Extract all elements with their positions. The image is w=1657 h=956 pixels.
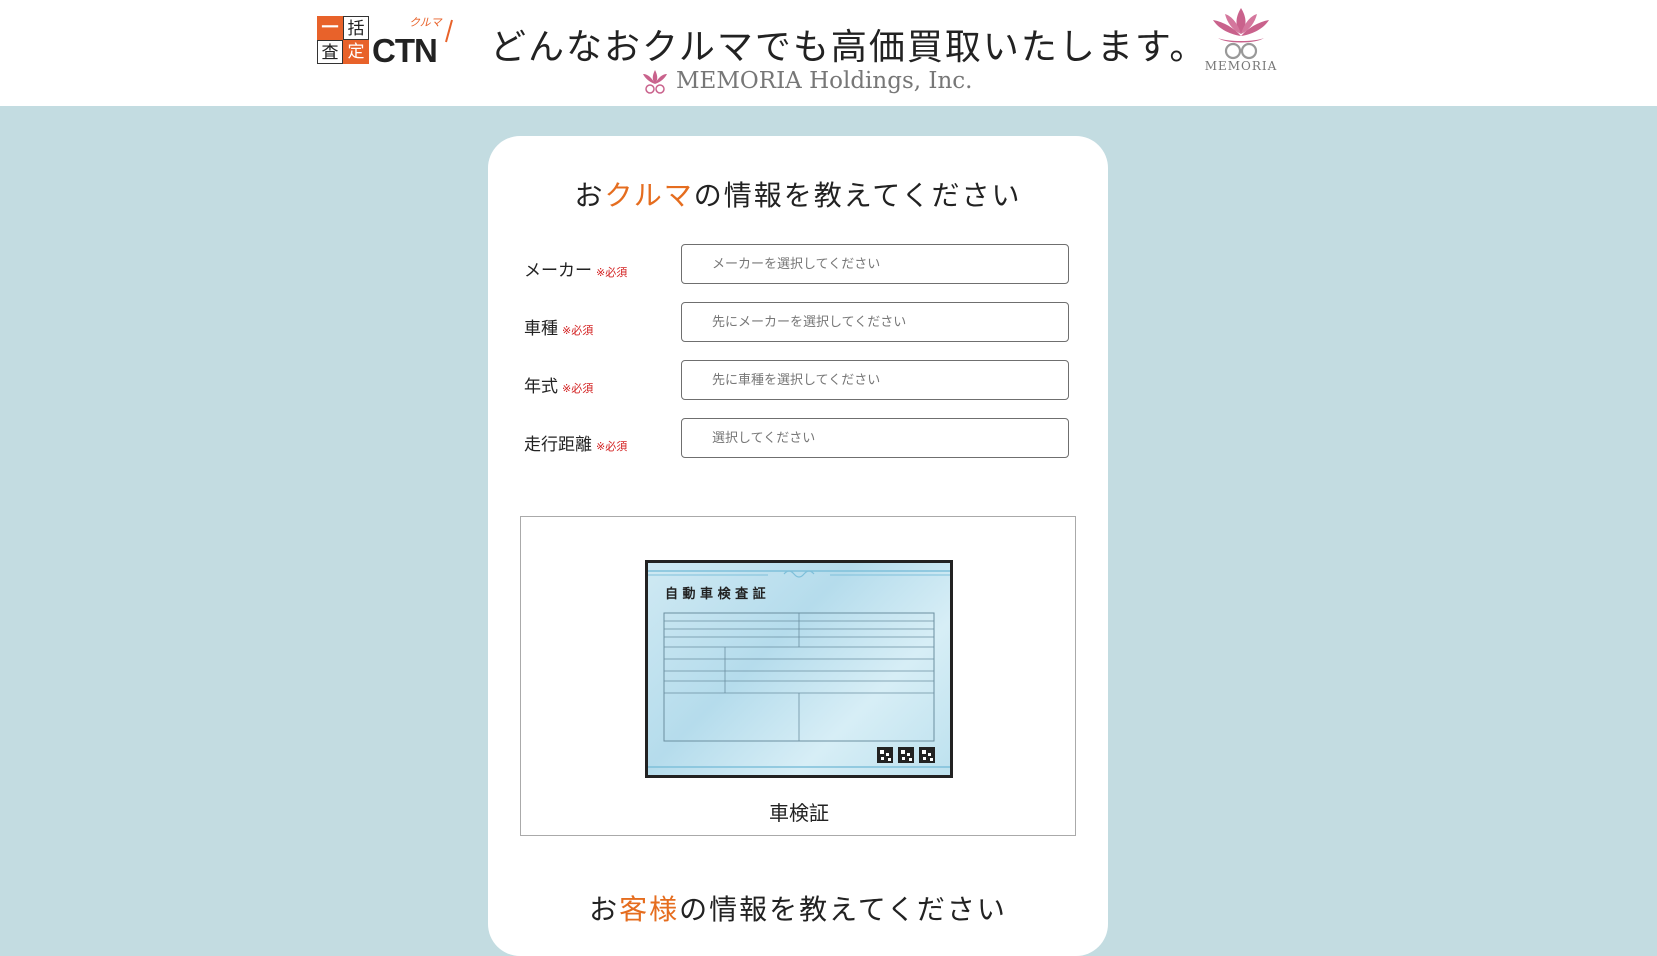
ctn-logo[interactable]: クルマ 一 括 査 定 CTN [317, 14, 453, 69]
mileage-select[interactable]: 選択してください [681, 418, 1069, 458]
ctn-logo-box: 定 [343, 40, 369, 64]
qr-code-icon [898, 747, 914, 763]
memoria-holdings-logo[interactable]: MEMORIA Holdings, Inc. [640, 65, 972, 97]
site-header: クルマ 一 括 査 定 CTN どんなおクルマでも高価買取いたします。 MEMO… [0, 0, 1657, 106]
vehicle-inspection-panel: 自 動 車 検 査 証 車検証 [520, 516, 1076, 836]
title-text: お [589, 893, 620, 926]
lotus-icon [643, 70, 667, 94]
qr-code-icon [877, 747, 893, 763]
required-mark: ※必須 [596, 440, 628, 453]
year-row: 年式 ※必須 先に車種を選択してください [524, 360, 1074, 402]
lotus-icon [1213, 8, 1269, 60]
header-tagline: どんなおクルマでも高価買取いたします。 [490, 27, 1208, 68]
memoria-holdings-text: MEMORIA Holdings, Inc. [676, 68, 973, 94]
maker-label: メーカー ※必須 [524, 256, 627, 281]
ctn-logo-kuruma: クルマ [409, 16, 442, 29]
ctn-logo-slash-icon [445, 19, 453, 43]
mileage-row: 走行距離 ※必須 選択してください [524, 418, 1074, 460]
ctn-logo-box: 括 [343, 16, 369, 40]
required-mark: ※必須 [596, 266, 628, 279]
memoria-logo-text: MEMORIA [1204, 59, 1278, 73]
qr-code-icon [919, 747, 935, 763]
field-label-text: 走行距離 [524, 435, 592, 455]
required-mark: ※必須 [562, 382, 594, 395]
mileage-label: 走行距離 ※必須 [524, 430, 627, 455]
vehicle-inspection-certificate-image: 自 動 車 検 査 証 [645, 560, 953, 778]
field-label-text: 車種 [524, 319, 558, 339]
title-text: お [574, 179, 605, 212]
ctn-logo-box: 一 [317, 16, 343, 40]
field-label-text: メーカー [524, 261, 592, 281]
field-label-text: 年式 [524, 377, 558, 397]
certificate-illustration: 自 動 車 検 査 証 [648, 570, 950, 768]
model-label: 車種 ※必須 [524, 314, 593, 339]
year-select[interactable]: 先に車種を選択してください [681, 360, 1069, 400]
ctn-logo-text: CTN [372, 32, 438, 69]
customer-info-title: お客様の情報を教えてください [488, 888, 1108, 928]
certificate-header: 自 動 車 検 査 証 [665, 586, 766, 602]
model-row: 車種 ※必須 先にメーカーを選択してください [524, 302, 1074, 344]
title-accent: 客様 [619, 893, 680, 926]
title-accent: クルマ [604, 179, 694, 212]
certificate-caption: 車検証 [769, 801, 829, 825]
car-info-title: おクルマの情報を教えてください [488, 174, 1108, 214]
memoria-logo[interactable]: MEMORIA [1200, 4, 1282, 76]
year-label: 年式 ※必須 [524, 372, 593, 397]
form-card: おクルマの情報を教えてください メーカー ※必須 メーカーを選択してください 車種… [488, 136, 1108, 956]
required-mark: ※必須 [562, 324, 594, 337]
title-text: の情報を教えてください [693, 179, 1022, 212]
ctn-logo-box: 査 [317, 40, 343, 64]
maker-select[interactable]: メーカーを選択してください [681, 244, 1069, 284]
title-text: の情報を教えてください [679, 893, 1007, 926]
model-select[interactable]: 先にメーカーを選択してください [681, 302, 1069, 342]
maker-row: メーカー ※必須 メーカーを選択してください [524, 244, 1074, 286]
